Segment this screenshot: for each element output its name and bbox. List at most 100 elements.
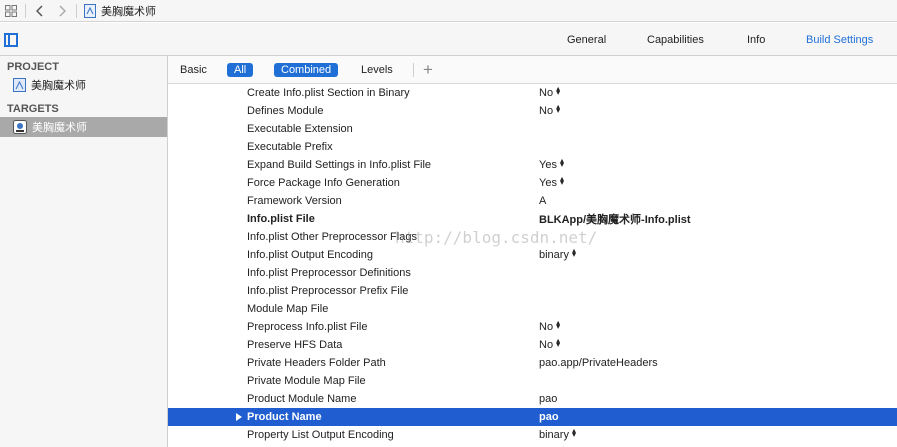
- setting-name: Executable Prefix: [247, 141, 333, 153]
- setting-value[interactable]: No ▴ ▾: [539, 85, 563, 100]
- table-row[interactable]: Framework Version A: [168, 192, 897, 210]
- setting-value-text: No: [539, 87, 554, 99]
- setting-value-text: pao: [539, 411, 559, 423]
- divider: [25, 3, 26, 18]
- breadcrumb-file-name: 美胸魔术师: [101, 5, 156, 18]
- setting-value-text: A: [539, 195, 547, 207]
- table-row[interactable]: Product Module Name pao: [168, 390, 897, 408]
- setting-value-text: No: [539, 339, 554, 351]
- back-arrow-icon[interactable]: [29, 0, 51, 22]
- setting-name: Product Name: [247, 411, 322, 423]
- setting-name: Create Info.plist Section in Binary: [247, 87, 410, 99]
- table-row[interactable]: Info.plist Output Encoding binary ▴ ▾: [168, 246, 897, 264]
- setting-name: Private Headers Folder Path: [247, 357, 386, 369]
- setting-value-text: pao.app/PrivateHeaders: [539, 357, 658, 369]
- breadcrumb[interactable]: 美胸魔术师: [84, 3, 156, 19]
- setting-value[interactable]: No ▴ ▾: [539, 337, 563, 352]
- popup-stepper-icon[interactable]: ▴ ▾: [556, 319, 563, 331]
- table-row[interactable]: Info.plist File BLKApp/美胸魔术师-Info.plist: [168, 210, 897, 228]
- setting-value[interactable]: Yes ▴ ▾: [539, 157, 567, 172]
- tab-info[interactable]: Info: [747, 34, 765, 46]
- setting-value-text: No: [539, 321, 554, 333]
- table-row[interactable]: Force Package Info Generation Yes ▴ ▾: [168, 174, 897, 192]
- setting-name: Force Package Info Generation: [247, 177, 400, 189]
- setting-name: Info.plist File: [247, 213, 315, 225]
- setting-name: Property List Output Encoding: [247, 429, 394, 441]
- setting-name: Product Module Name: [247, 393, 357, 405]
- setting-value[interactable]: Yes ▴ ▾: [539, 175, 567, 190]
- sidebar-item-target[interactable]: 美胸魔术师: [0, 117, 167, 137]
- popup-stepper-icon[interactable]: ▴ ▾: [560, 157, 567, 169]
- table-row[interactable]: Info.plist Other Preprocessor Flags: [168, 228, 897, 246]
- forward-arrow-icon[interactable]: [51, 0, 73, 22]
- table-row[interactable]: Expand Build Settings in Info.plist File…: [168, 156, 897, 174]
- sidebar-item-project[interactable]: 美胸魔术师: [0, 75, 167, 95]
- add-setting-button[interactable]: +: [423, 61, 433, 78]
- disclosure-triangle-icon[interactable]: [236, 413, 242, 421]
- setting-value[interactable]: BLKApp/美胸魔术师-Info.plist: [539, 211, 691, 227]
- filter-basic[interactable]: Basic: [180, 64, 207, 76]
- filter-levels[interactable]: Levels: [361, 64, 393, 76]
- table-row[interactable]: Executable Prefix: [168, 138, 897, 156]
- setting-value[interactable]: pao: [539, 393, 557, 405]
- popup-stepper-icon[interactable]: ▴ ▾: [572, 427, 579, 439]
- setting-value-text: binary: [539, 249, 569, 261]
- filter-combined[interactable]: Combined: [274, 62, 339, 77]
- table-row[interactable]: Private Headers Folder Path pao.app/Priva…: [168, 354, 897, 372]
- build-settings-table: Create Info.plist Section in Binary No ▴ ▾ D…: [168, 84, 897, 447]
- table-row[interactable]: Create Info.plist Section in Binary No ▴ ▾: [168, 84, 897, 102]
- setting-value-text: Yes: [539, 159, 557, 171]
- setting-value[interactable]: A: [539, 195, 546, 207]
- targets-section-title: TARGETS: [7, 103, 59, 115]
- app-target-icon: [13, 120, 27, 134]
- table-row[interactable]: Property List Output Encoding binary ▴ ▾: [168, 426, 897, 444]
- table-row[interactable]: Info.plist Preprocessor Prefix File: [168, 282, 897, 300]
- table-row[interactable]: Preserve HFS Data No ▴ ▾: [168, 336, 897, 354]
- setting-value-text: Yes: [539, 177, 557, 189]
- sidebar-item-label: 美胸魔术师: [31, 80, 86, 92]
- jump-bar: 美胸魔术师: [0, 0, 897, 22]
- tab-build-settings[interactable]: Build Settings: [806, 34, 873, 46]
- setting-name: Preserve HFS Data: [247, 339, 343, 351]
- tab-general[interactable]: General: [567, 34, 606, 46]
- project-sidebar: PROJECT 美胸魔术师 TARGETS 美胸魔术师: [0, 56, 168, 447]
- setting-value-text: No: [539, 105, 554, 117]
- filter-all[interactable]: All: [227, 62, 254, 77]
- project-icon: [13, 78, 26, 92]
- setting-value[interactable]: pao: [539, 411, 559, 423]
- setting-name: Info.plist Output Encoding: [247, 249, 373, 261]
- sidebar-toggle-icon[interactable]: [4, 33, 18, 47]
- tab-capabilities[interactable]: Capabilities: [647, 34, 704, 46]
- setting-name: Info.plist Other Preprocessor Flags: [247, 231, 417, 243]
- table-row[interactable]: Defines Module No ▴ ▾: [168, 102, 897, 120]
- table-row[interactable]: Preprocess Info.plist File No ▴ ▾: [168, 318, 897, 336]
- table-row[interactable]: Product Name pao: [168, 408, 897, 426]
- table-row[interactable]: Executable Extension: [168, 120, 897, 138]
- setting-name: Module Map File: [247, 303, 329, 315]
- popup-stepper-icon[interactable]: ▴ ▾: [556, 103, 563, 115]
- popup-stepper-icon[interactable]: ▴ ▾: [556, 337, 563, 349]
- setting-value[interactable]: No ▴ ▾: [539, 319, 563, 334]
- setting-value[interactable]: binary ▴ ▾: [539, 247, 579, 262]
- table-row[interactable]: Private Module Map File: [168, 372, 897, 390]
- setting-name: Info.plist Preprocessor Definitions: [247, 267, 411, 279]
- popup-stepper-icon[interactable]: ▴ ▾: [560, 175, 567, 187]
- setting-name: Defines Module: [247, 105, 324, 117]
- table-row[interactable]: Module Map File: [168, 300, 897, 318]
- setting-value[interactable]: No ▴ ▾: [539, 103, 563, 118]
- project-section-title: PROJECT: [7, 61, 59, 73]
- setting-name: Preprocess Info.plist File: [247, 321, 368, 333]
- related-items-icon[interactable]: [0, 0, 22, 22]
- setting-value[interactable]: binary ▴ ▾: [539, 427, 579, 442]
- setting-value-text: pao: [539, 393, 558, 405]
- setting-name: Private Module Map File: [247, 375, 366, 387]
- project-file-icon: [84, 3, 96, 18]
- table-row[interactable]: Info.plist Preprocessor Definitions: [168, 264, 897, 282]
- popup-stepper-icon[interactable]: ▴ ▾: [556, 85, 563, 97]
- divider: [76, 3, 77, 18]
- setting-name: Info.plist Preprocessor Prefix File: [247, 285, 409, 297]
- setting-value[interactable]: pao.app/PrivateHeaders: [539, 357, 658, 369]
- setting-value-text: BLKApp/美胸魔术师-Info.plist: [539, 214, 691, 226]
- divider: [413, 62, 414, 77]
- popup-stepper-icon[interactable]: ▴ ▾: [572, 247, 579, 259]
